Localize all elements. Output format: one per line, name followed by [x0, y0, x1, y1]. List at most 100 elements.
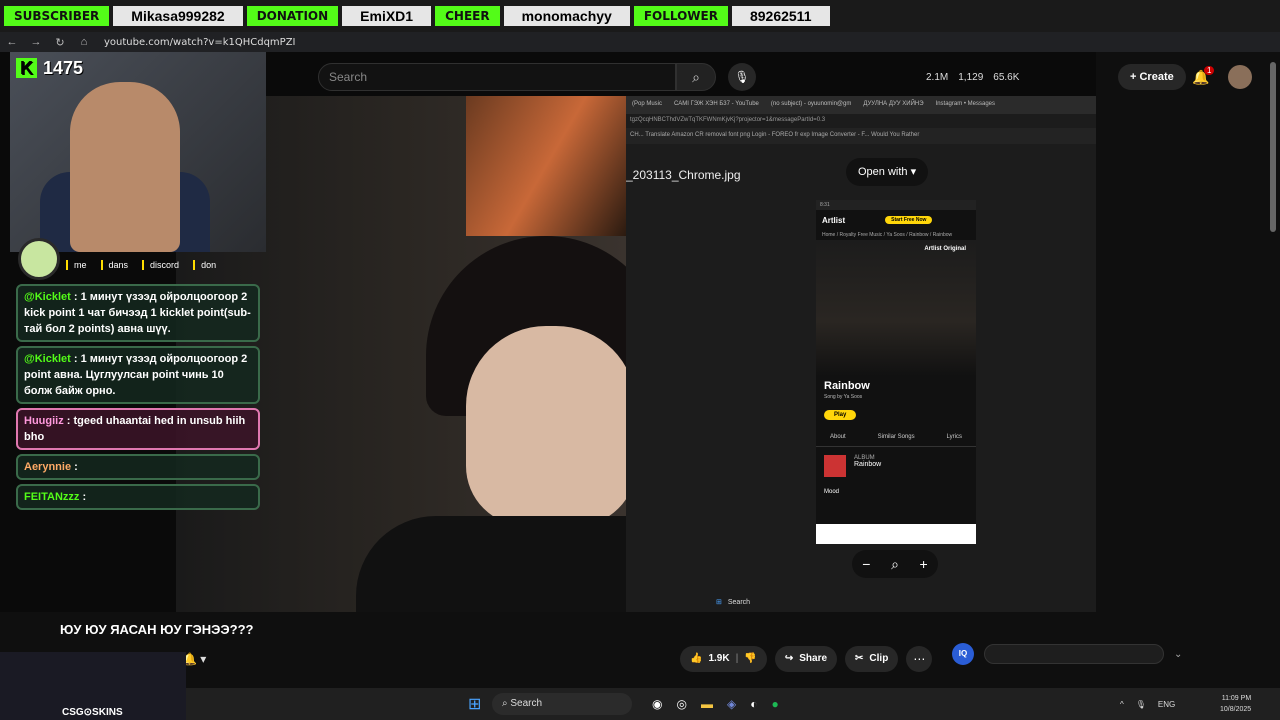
artlist-brand: Artlist	[822, 215, 846, 225]
create-label: Create	[1139, 71, 1174, 83]
search-input[interactable]: Search	[318, 63, 676, 91]
windows-taskbar: ⊞ ⌕ Search ◉ ◎ ▬ ◈ ◐ ● ^ 🎙 ENG 11:09 PM …	[186, 688, 1280, 720]
share-icon: ↪	[784, 653, 794, 664]
reload-icon[interactable]: ↻	[48, 36, 72, 49]
album-row: ALBUM Rainbow	[816, 447, 976, 485]
address-bar[interactable]: youtube.com/watch?v=k1QHCdqmPZI	[104, 37, 296, 48]
viewer-filename: _203113_Chrome.jpg	[626, 168, 741, 182]
kick-counter: K 1475	[16, 58, 83, 79]
chevron-down-icon[interactable]: ⌄	[1174, 649, 1182, 660]
taskbar-search[interactable]: ⌕ Search	[492, 693, 632, 715]
stat-likes: 65.6K	[993, 71, 1020, 83]
streamer-face	[70, 82, 180, 252]
csgo-skins-label: CSG⊙SKINS	[62, 707, 123, 718]
mood-label: Mood	[824, 489, 840, 495]
viewer-tabs: (Pop Music САМІ ГЭЖ ХЭН Б37 - YouTube (n…	[626, 96, 1096, 114]
discord-icon[interactable]: ◈	[727, 697, 736, 711]
chat-user: @Kicklet	[24, 353, 71, 365]
clip-label: Clip	[869, 653, 889, 664]
tab-about: About	[830, 434, 846, 440]
stat-views: 2.1M	[926, 71, 949, 83]
create-button[interactable]: + Create	[1118, 64, 1186, 90]
artlist-original-label: Artlist Original	[924, 246, 966, 252]
windows-icon: ⊞	[716, 599, 722, 606]
guest-face	[466, 326, 636, 526]
album-art	[824, 455, 846, 477]
taskbar-search-label: Search	[510, 698, 543, 709]
alert-subscriber: SUBSCRIBER Mikasa999282	[0, 0, 243, 32]
phone-status: 8:31	[816, 200, 976, 210]
share-label: Share	[799, 653, 828, 664]
home-icon[interactable]: ⌂	[72, 36, 96, 48]
kick-logo-icon: K	[16, 58, 37, 78]
share-button[interactable]: ↪ Share	[774, 646, 838, 672]
stat-watch: 1,129	[958, 71, 984, 83]
zoom-icon: ⌕	[891, 555, 899, 572]
viewer-tab: САМІ ГЭЖ ХЭН Б37 - YouTube	[674, 101, 759, 107]
clip-icon: ✂	[855, 653, 864, 664]
like-icon: 👍	[690, 653, 703, 664]
phone-screenshot: 8:31 Artlist Start Free Now Home / Royal…	[816, 200, 976, 544]
more-actions-icon[interactable]: ⋯	[906, 646, 933, 672]
like-count: 1.9K	[708, 653, 730, 664]
background-lamp	[466, 96, 626, 236]
open-with-label: Open with	[858, 166, 908, 178]
image-viewer: (Pop Music САМІ ГЭЖ ХЭН Б37 - YouTube (n…	[626, 96, 1096, 612]
tab-similar: Similar Songs	[877, 434, 915, 440]
song-title: Rainbow	[824, 380, 870, 392]
album-name: Rainbow	[854, 461, 882, 468]
chat-message: @Kicklet : 1 минут үзээд ойролцоогоор 2 …	[16, 346, 260, 404]
folder-icon[interactable]: ▬	[701, 697, 713, 711]
clip-button[interactable]: ✂ Clip	[845, 646, 899, 672]
forward-icon[interactable]: →	[24, 36, 48, 48]
scrollbar[interactable]	[1270, 62, 1276, 232]
extension-icon[interactable]: IQ	[952, 643, 974, 665]
spotify-icon[interactable]: ●	[771, 697, 778, 711]
chat-user: FEITANzzz	[24, 491, 80, 503]
search-icon[interactable]: ⌕	[676, 63, 716, 91]
alert-tag: CHEER	[435, 6, 500, 26]
song-tabs: About Similar Songs Lyrics	[816, 428, 976, 447]
extension-stats: 2.1M 1,129 65.6K	[926, 72, 1019, 83]
alert-tag: SUBSCRIBER	[4, 6, 110, 26]
extension-bar: IQ ⌄	[952, 642, 1182, 666]
alert-tag: FOLLOWER	[633, 6, 728, 26]
youtube-header: Search ⌕ 🎙 2.1M 1,129 65.6K + Create 🔔 1	[266, 60, 1280, 94]
avatar[interactable]	[1228, 65, 1252, 89]
video-player[interactable]: K 1475 me dans discord don @Kicklet : 1 м…	[0, 52, 1096, 612]
link-discord: discord	[142, 260, 179, 270]
app-icon[interactable]: ◎	[676, 697, 686, 711]
song-cover: Artlist Original	[816, 240, 976, 376]
song-artist: Song by Ya Soos	[824, 394, 863, 400]
windows-start-icon[interactable]: ⊞	[468, 694, 481, 714]
viewer-tab: ДУУЛНА ДУУ ХИЙНЭ	[863, 101, 924, 107]
chat-message: Huugiiz : tgeed uhaantai hed in unsub hi…	[16, 408, 260, 450]
chat-text: :	[79, 491, 87, 503]
extension-panel[interactable]	[984, 644, 1164, 664]
viewer-bookmarks: CH... Translate Amazon CR removal font p…	[626, 128, 1096, 144]
artlist-breadcrumb: Home / Royalty Free Music / Ya Soos / Ra…	[822, 232, 953, 238]
chat-user: Aerynnie	[24, 461, 72, 473]
tray-chevron-icon[interactable]: ^	[1120, 700, 1124, 709]
artlist-nav: Artlist Start Free Now	[816, 210, 976, 230]
viewer-tab: (no subject) - oyuunomin@gm	[770, 101, 852, 107]
mic-tray-icon[interactable]: 🎙	[1136, 700, 1146, 709]
taskbar-clock[interactable]: 11:09 PM 10/8/2025	[1220, 693, 1251, 715]
alert-user: Mikasa999282	[113, 6, 243, 26]
link-dans: dans	[100, 260, 128, 270]
dislike-icon[interactable]: 👎	[744, 646, 756, 672]
link-me: me	[66, 260, 87, 270]
chrome-icon[interactable]: ◉	[652, 697, 662, 711]
stream-alerts-bar: SUBSCRIBER Mikasa999282 DONATION EmiXD1 …	[0, 0, 1280, 32]
steam-icon[interactable]: ◐	[750, 697, 757, 711]
language-indicator[interactable]: ENG	[1158, 700, 1175, 709]
chat-text: :	[71, 461, 78, 473]
like-button[interactable]: 👍 1.9K | 👎	[680, 646, 767, 672]
chat-user: Huugiiz	[24, 415, 64, 427]
streamer-webcam	[10, 52, 266, 252]
back-icon[interactable]: ←	[0, 36, 24, 48]
mic-icon[interactable]: 🎙	[728, 63, 756, 91]
chat-message: FEITANzzz :	[16, 484, 260, 510]
chat-user: @Kicklet	[24, 291, 71, 303]
link-don: don	[193, 260, 216, 270]
